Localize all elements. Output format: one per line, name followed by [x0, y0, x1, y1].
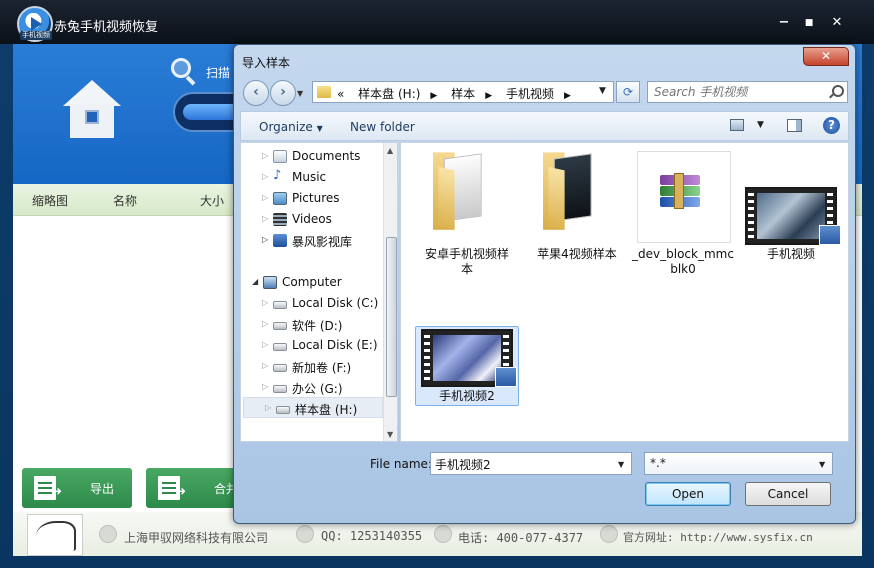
drive-icon	[273, 301, 287, 309]
column-thumbnail[interactable]: 缩略图	[32, 192, 68, 209]
column-size[interactable]: 大小	[200, 192, 224, 209]
navigation-scrollbar[interactable]: ▲ ▼	[383, 143, 397, 441]
file-name-combobox[interactable]: ▼	[430, 452, 632, 475]
command-bar: Organize ▼ New folder ▼ ?	[240, 111, 849, 141]
company-icon	[99, 525, 117, 543]
tree-item-videos[interactable]: ▷ Videos	[241, 209, 381, 230]
organize-button[interactable]: Organize ▼	[259, 120, 323, 134]
documents-icon	[273, 150, 287, 163]
file-type-select[interactable]: *.* ▼	[644, 452, 833, 475]
music-icon: ♪	[273, 168, 282, 183]
company-name: 上海甲驭网络科技有限公司	[124, 531, 269, 545]
phone-number: 电话: 400-077-4377	[458, 531, 584, 545]
tree-item-computer[interactable]: ◢ Computer	[241, 272, 371, 293]
tree-item-pictures[interactable]: ▷ Pictures	[241, 188, 381, 209]
file-name-label: File name:	[370, 457, 432, 471]
drive-icon	[273, 385, 287, 393]
file-name-dropdown-icon[interactable]: ▼	[618, 460, 624, 469]
library-icon	[273, 234, 287, 247]
new-folder-button[interactable]: New folder	[350, 120, 415, 134]
file-item-android-samples[interactable]: 安卓手机视频样 本	[415, 147, 519, 276]
qq-icon	[296, 525, 314, 543]
file-item-phone-video[interactable]: 手机视频	[739, 147, 843, 261]
column-name[interactable]: 名称	[113, 192, 137, 209]
export-button[interactable]: ➜ 导出	[22, 468, 132, 508]
qq-number: QQ: 1253140355	[321, 529, 423, 543]
file-type-dropdown-icon[interactable]: ▼	[819, 460, 825, 469]
tree-item-drive-h[interactable]: ▷ 样本盘 (H:)	[243, 397, 383, 418]
scroll-up-icon[interactable]: ▲	[387, 146, 393, 155]
dialog-close-button[interactable]: ✕	[803, 47, 849, 66]
scroll-thumb[interactable]	[386, 237, 397, 397]
file-view: 安卓手机视频样 本 苹果4视频样本 _dev_block_mmc blk0 手机…	[400, 142, 849, 442]
navigation-pane: ▷ Documents ▷ ♪ Music ▷ Pictures ▷ Videos…	[240, 142, 398, 442]
tree-item-drive-e[interactable]: ▷ Local Disk (E:)	[241, 335, 381, 356]
website-link[interactable]: 官方网址: http://www.sysfix.cn	[623, 529, 813, 545]
home-icon[interactable]	[61, 80, 123, 140]
tree-item-baofeng-library[interactable]: ▷ 暴风影视库	[241, 230, 381, 251]
open-button[interactable]: Open	[645, 482, 731, 506]
phone-icon	[434, 525, 452, 543]
pictures-icon	[273, 192, 287, 205]
file-type-value: *.*	[650, 456, 666, 470]
computer-icon	[263, 276, 277, 289]
app-title: 赤兔手机视频恢复	[54, 20, 159, 35]
breadcrumb-videos[interactable]: 手机视频	[506, 87, 554, 101]
import-dialog: 导入样本 ✕ ‹ › ▼ « 样本盘 (H:)▶ 样本▶ 手机视频▶ ▼ ⟳ O…	[233, 44, 856, 524]
view-dropdown-icon[interactable]: ▼	[757, 120, 764, 130]
folder-icon	[433, 147, 485, 230]
maximize-button[interactable]: ■	[798, 14, 820, 32]
app-logo-caption: 手机视频	[20, 31, 52, 40]
file-item-dev-block[interactable]: _dev_block_mmc blk0	[631, 147, 735, 276]
refresh-button[interactable]: ⟳	[616, 81, 640, 103]
help-icon[interactable]: ?	[823, 117, 840, 134]
dialog-title: 导入样本	[242, 56, 291, 70]
video-icon	[745, 187, 841, 245]
file-item-phone-video-2[interactable]: 手机视频2	[415, 326, 519, 406]
address-bar[interactable]: « 样本盘 (H:) ▶ 样本 ▶ 手机视频 ▶ ▼	[312, 81, 614, 103]
cancel-button[interactable]: Cancel	[745, 482, 831, 506]
drive-icon	[273, 322, 287, 330]
back-button[interactable]: ‹	[243, 80, 269, 106]
website-icon	[600, 525, 618, 543]
search-input[interactable]	[654, 84, 824, 100]
scan-label[interactable]: 扫描	[206, 64, 230, 81]
tree-item-drive-f[interactable]: ▷ 新加卷 (F:)	[241, 356, 381, 377]
close-button[interactable]: ✕	[826, 14, 848, 32]
app-titlebar: 手机视频 赤兔手机视频恢复 − ■ ✕	[0, 0, 874, 44]
minimize-button[interactable]: −	[773, 14, 795, 32]
tree-item-drive-c[interactable]: ▷ Local Disk (C:)	[241, 293, 381, 314]
drive-icon	[276, 406, 290, 414]
search-icon[interactable]	[829, 85, 844, 98]
export-label: 导出	[90, 482, 115, 496]
recent-locations-dropdown[interactable]: ▼	[297, 89, 303, 98]
search-box[interactable]	[647, 81, 848, 103]
tree-item-drive-g[interactable]: ▷ 办公 (G:)	[241, 377, 381, 398]
forward-button[interactable]: ›	[270, 80, 296, 106]
tree-item-music[interactable]: ▷ ♪ Music	[241, 167, 381, 188]
breadcrumb-drive[interactable]: 样本盘 (H:)	[358, 87, 420, 101]
tree-item-documents[interactable]: ▷ Documents	[241, 146, 381, 167]
address-dropdown-icon[interactable]: ▼	[599, 86, 606, 96]
tree-item-drive-d[interactable]: ▷ 软件 (D:)	[241, 314, 381, 335]
drive-icon	[273, 343, 287, 351]
folder-icon	[543, 147, 595, 230]
brand-logo	[27, 514, 83, 556]
archive-icon	[660, 173, 700, 209]
folder-icon	[317, 86, 331, 98]
preview-pane-icon[interactable]	[787, 119, 802, 132]
drive-icon	[273, 364, 287, 372]
view-icon[interactable]	[730, 119, 744, 131]
breadcrumb-overflow[interactable]: «	[337, 87, 344, 101]
videos-icon	[273, 213, 287, 226]
breadcrumb-samples[interactable]: 样本	[451, 87, 475, 101]
scan-icon[interactable]	[171, 58, 197, 86]
file-item-iphone4-samples[interactable]: 苹果4视频样本	[525, 147, 629, 261]
scroll-down-icon[interactable]: ▼	[387, 430, 393, 439]
video-icon	[421, 329, 517, 387]
file-name-input[interactable]	[435, 456, 610, 472]
